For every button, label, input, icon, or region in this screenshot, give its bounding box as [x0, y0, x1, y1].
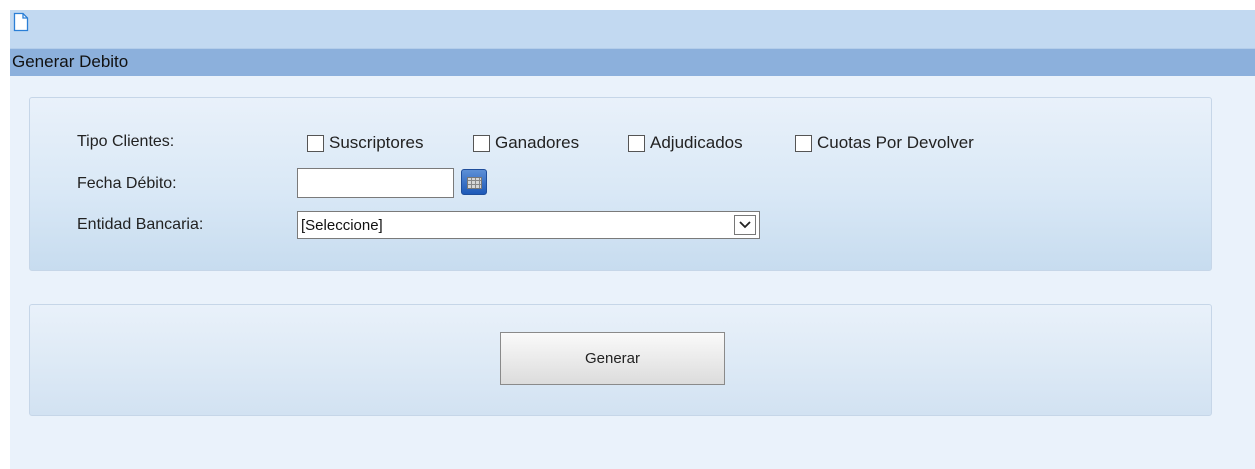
page-title: Generar Debito: [12, 52, 129, 71]
fecha-debito-label: Fecha Débito:: [77, 175, 177, 192]
checkbox-label: Suscriptores: [329, 133, 424, 152]
chevron-down-icon[interactable]: [734, 215, 756, 235]
checkbox-box[interactable]: [628, 134, 645, 152]
checkbox-ganadores[interactable]: Ganadores: [473, 133, 579, 153]
checkbox-label: Ganadores: [495, 133, 580, 152]
checkbox-box[interactable]: [473, 134, 490, 152]
checkbox-adjudicados[interactable]: Adjudicados: [628, 133, 743, 153]
calendar-button[interactable]: [461, 169, 487, 195]
checkbox-box[interactable]: [307, 134, 324, 152]
checkbox-label: Cuotas Por Devolver: [817, 133, 974, 152]
top-toolbar: [10, 10, 1255, 48]
fecha-debito-input[interactable]: [297, 168, 454, 198]
entidad-bancaria-select[interactable]: [Seleccione]: [297, 211, 760, 239]
selected-value: [Seleccione]: [301, 217, 383, 234]
document-icon: [13, 12, 29, 32]
calendar-icon: [467, 177, 482, 189]
action-panel: Generar: [29, 304, 1212, 416]
entidad-bancaria-label: Entidad Bancaria:: [77, 216, 204, 233]
generar-button[interactable]: Generar: [500, 332, 725, 385]
app-window: Generar Debito Tipo Clientes: Fecha Débi…: [10, 10, 1255, 469]
checkbox-suscriptores[interactable]: Suscriptores: [307, 133, 423, 153]
checkbox-box[interactable]: [795, 134, 812, 152]
checkbox-label: Adjudicados: [650, 133, 743, 152]
tipo-clientes-label: Tipo Clientes:: [77, 133, 175, 150]
title-bar: Generar Debito: [10, 48, 1255, 76]
checkbox-cuotas-por-devolver[interactable]: Cuotas Por Devolver: [795, 133, 974, 153]
filter-panel: Tipo Clientes: Fecha Débito: Entidad Ban…: [29, 97, 1212, 271]
